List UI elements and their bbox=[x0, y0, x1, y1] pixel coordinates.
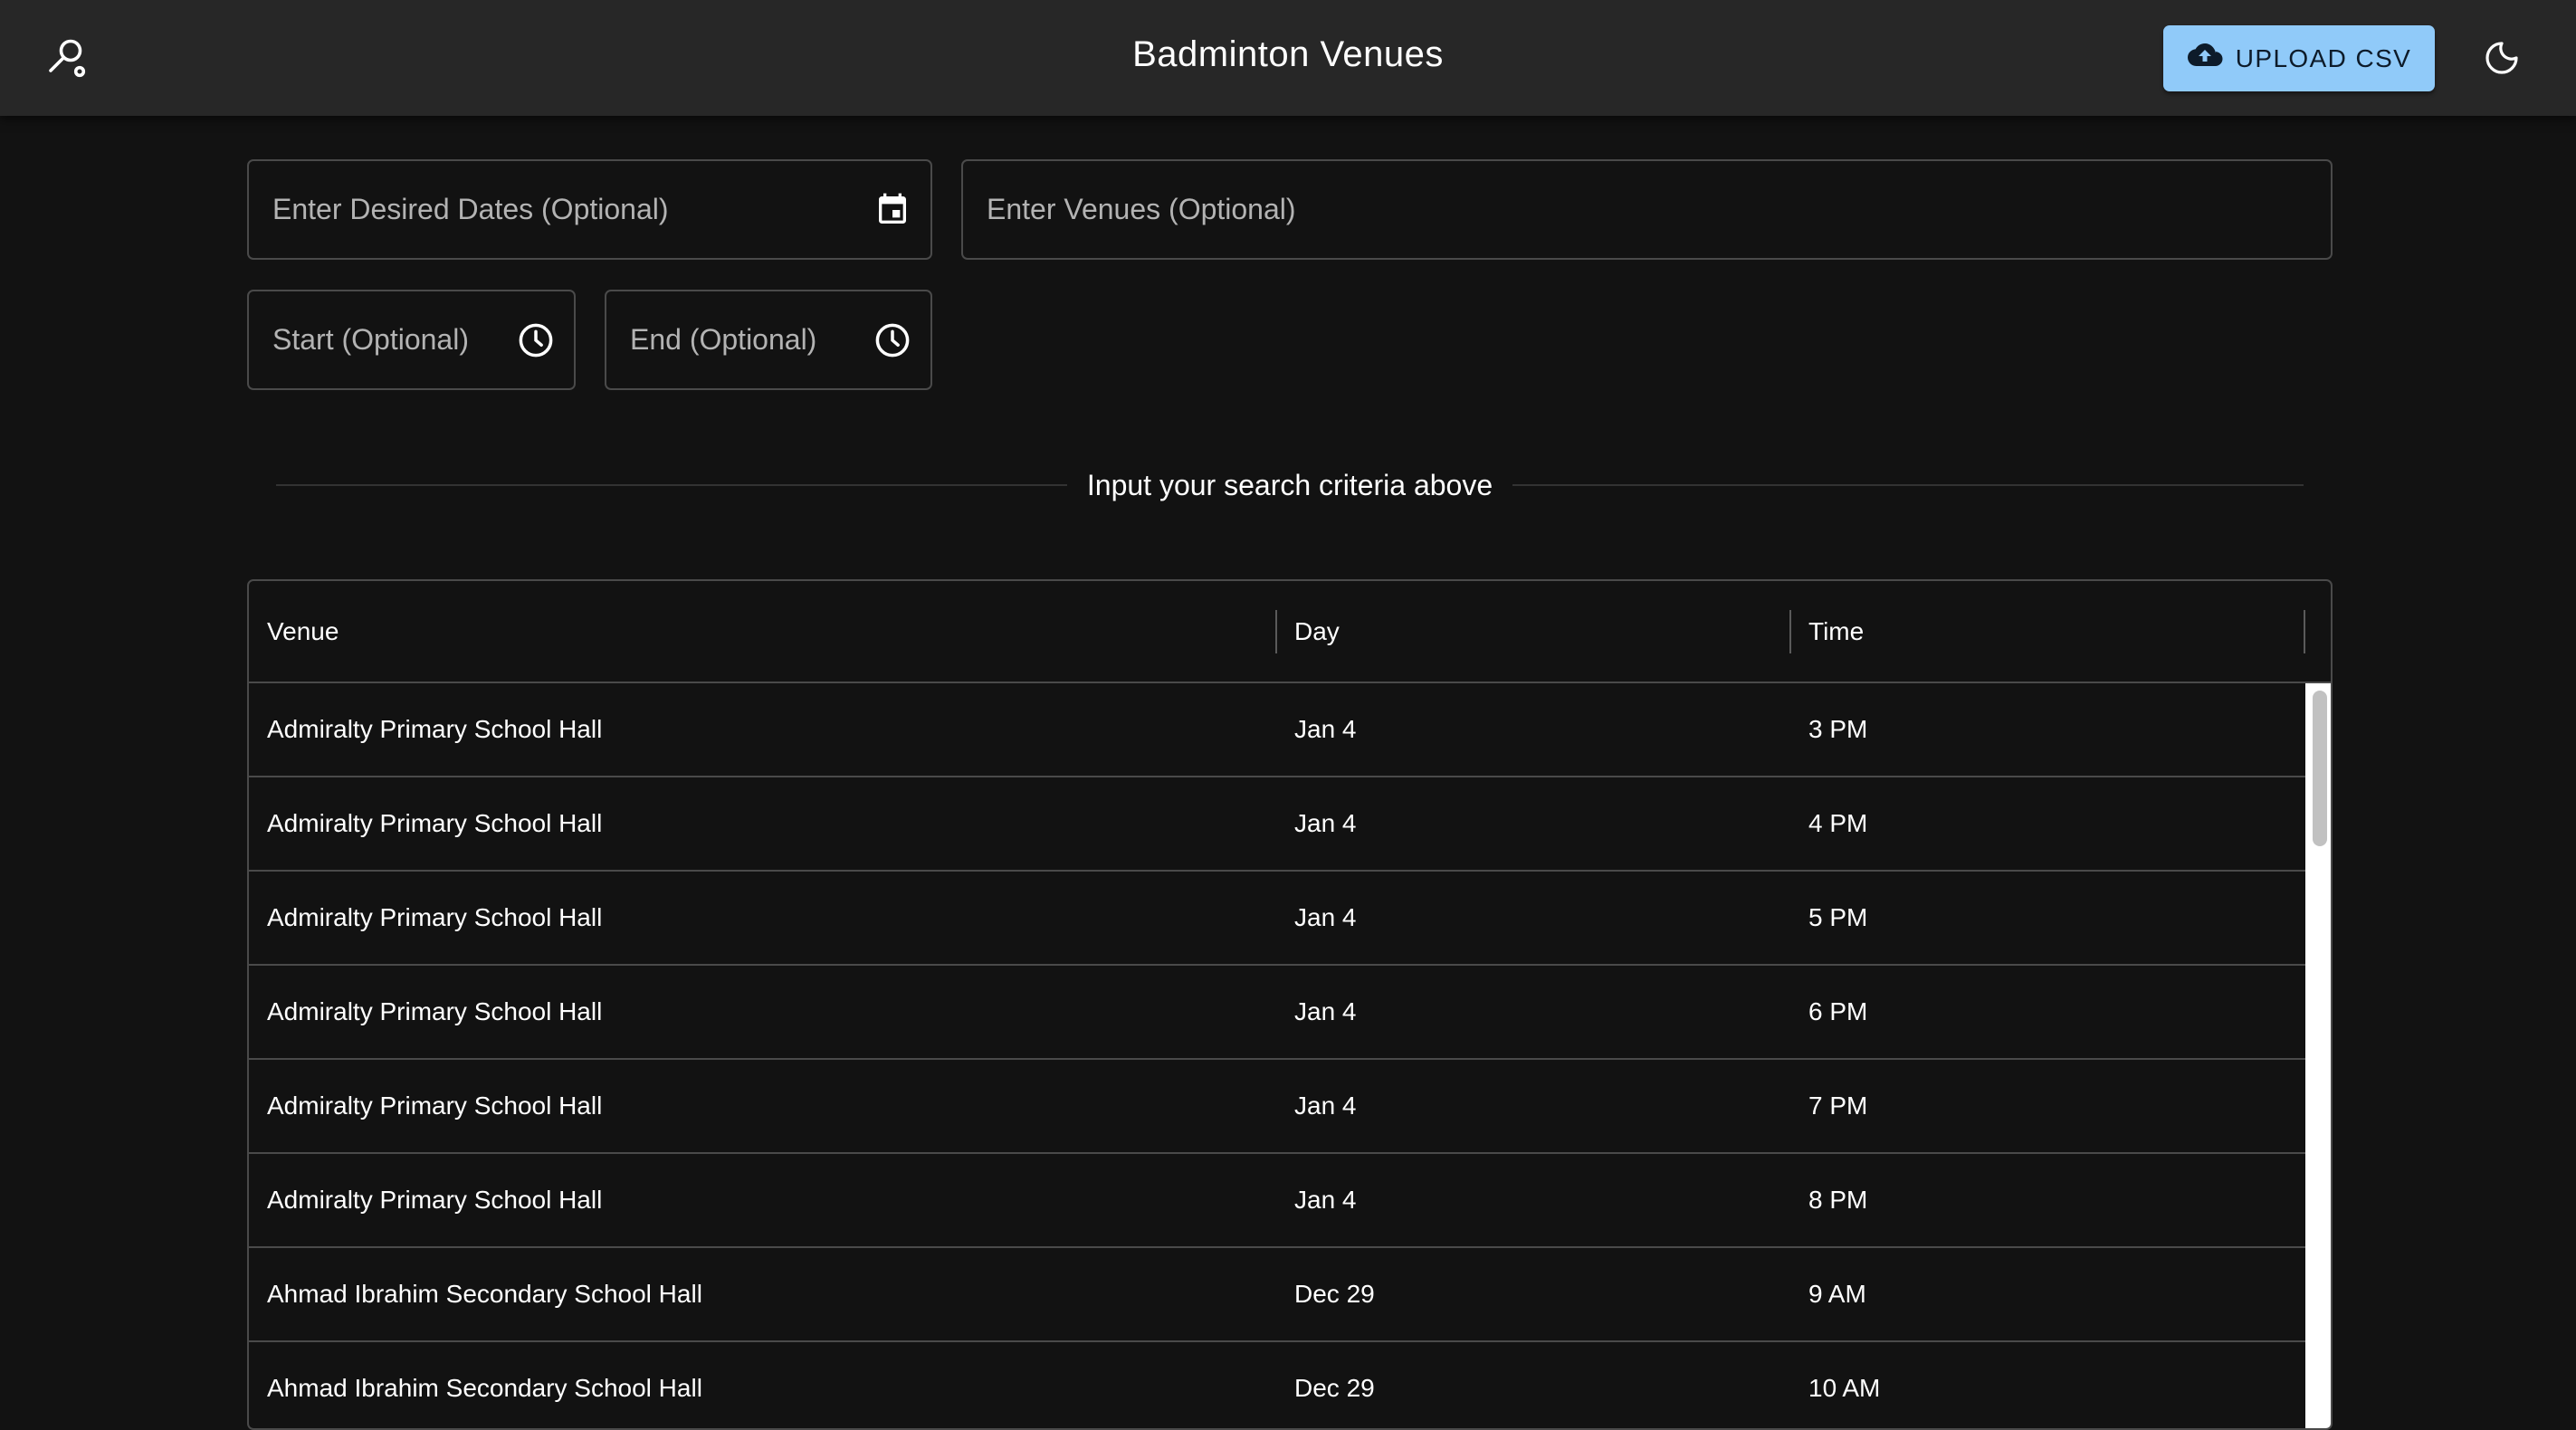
cell-day: Dec 29 bbox=[1294, 1280, 1375, 1308]
table-scrollbar[interactable] bbox=[2305, 683, 2331, 1428]
cell-day: Jan 4 bbox=[1294, 1186, 1357, 1214]
divider-line bbox=[276, 484, 1067, 486]
table-body: Admiralty Primary School Hall Jan 4 3 PM… bbox=[249, 683, 2305, 1428]
table-row[interactable]: Admiralty Primary School Hall Jan 4 8 PM bbox=[249, 1154, 2305, 1248]
moon-icon[interactable] bbox=[2475, 31, 2529, 85]
cell-day: Jan 4 bbox=[1294, 1092, 1357, 1120]
start-time-field[interactable] bbox=[247, 290, 576, 390]
cell-time: 6 PM bbox=[1808, 997, 1868, 1025]
calendar-icon[interactable] bbox=[871, 188, 914, 232]
cell-time: 9 AM bbox=[1808, 1280, 1866, 1308]
clock-icon[interactable] bbox=[514, 319, 558, 362]
clock-icon[interactable] bbox=[871, 319, 914, 362]
column-header-time[interactable]: Time bbox=[1790, 581, 2305, 682]
table-row[interactable]: Admiralty Primary School Hall Jan 4 6 PM bbox=[249, 966, 2305, 1060]
cell-venue: Ahmad Ibrahim Secondary School Hall bbox=[267, 1280, 702, 1308]
table-row[interactable]: Admiralty Primary School Hall Jan 4 4 PM bbox=[249, 777, 2305, 872]
column-header-venue[interactable]: Venue bbox=[249, 581, 1276, 682]
dates-field[interactable] bbox=[247, 159, 932, 260]
cell-time: 4 PM bbox=[1808, 809, 1868, 837]
table-row[interactable]: Ahmad Ibrahim Secondary School Hall Dec … bbox=[249, 1342, 2305, 1428]
venues-input[interactable] bbox=[987, 161, 2258, 258]
table-header: Venue Day Time bbox=[249, 581, 2331, 683]
column-separator[interactable] bbox=[2304, 610, 2305, 653]
cell-venue: Admiralty Primary School Hall bbox=[267, 809, 603, 837]
upload-csv-button[interactable]: UPLOAD CSV bbox=[2163, 25, 2435, 91]
table-row[interactable]: Ahmad Ibrahim Secondary School Hall Dec … bbox=[249, 1248, 2305, 1342]
badminton-racket-icon[interactable] bbox=[40, 31, 94, 85]
cell-venue: Admiralty Primary School Hall bbox=[267, 715, 603, 743]
cell-venue: Ahmad Ibrahim Secondary School Hall bbox=[267, 1374, 702, 1402]
cell-venue: Admiralty Primary School Hall bbox=[267, 1092, 603, 1120]
table-row[interactable]: Admiralty Primary School Hall Jan 4 5 PM bbox=[249, 872, 2305, 966]
results-table: Venue Day Time Admiralty Primary School … bbox=[247, 579, 2333, 1430]
column-header-day[interactable]: Day bbox=[1276, 581, 1790, 682]
end-time-input[interactable] bbox=[630, 291, 858, 388]
cell-time: 5 PM bbox=[1808, 903, 1868, 931]
cell-day: Jan 4 bbox=[1294, 809, 1357, 837]
end-time-field[interactable] bbox=[605, 290, 932, 390]
cell-time: 10 AM bbox=[1808, 1374, 1881, 1402]
cell-venue: Admiralty Primary School Hall bbox=[267, 1186, 603, 1214]
cell-time: 3 PM bbox=[1808, 715, 1868, 743]
upload-csv-label: UPLOAD CSV bbox=[2235, 43, 2412, 72]
table-row[interactable]: Admiralty Primary School Hall Jan 4 7 PM bbox=[249, 1060, 2305, 1154]
table-row[interactable]: Admiralty Primary School Hall Jan 4 3 PM bbox=[249, 683, 2305, 777]
search-divider: Input your search criteria above bbox=[276, 465, 2304, 505]
cell-day: Dec 29 bbox=[1294, 1374, 1375, 1402]
app-bar: Badminton Venues UPLOAD CSV bbox=[0, 0, 2576, 116]
cell-venue: Admiralty Primary School Hall bbox=[267, 997, 603, 1025]
divider-text: Input your search criteria above bbox=[1086, 468, 1493, 501]
divider-line bbox=[1512, 484, 2304, 486]
cloud-upload-icon bbox=[2187, 43, 2223, 74]
cell-time: 8 PM bbox=[1808, 1186, 1868, 1214]
cell-day: Jan 4 bbox=[1294, 997, 1357, 1025]
start-time-input[interactable] bbox=[272, 291, 501, 388]
venues-field[interactable] bbox=[961, 159, 2333, 260]
scrollbar-thumb[interactable] bbox=[2313, 691, 2327, 846]
cell-day: Jan 4 bbox=[1294, 715, 1357, 743]
cell-day: Jan 4 bbox=[1294, 903, 1357, 931]
cell-venue: Admiralty Primary School Hall bbox=[267, 903, 603, 931]
cell-time: 7 PM bbox=[1808, 1092, 1868, 1120]
dates-input[interactable] bbox=[272, 161, 858, 258]
